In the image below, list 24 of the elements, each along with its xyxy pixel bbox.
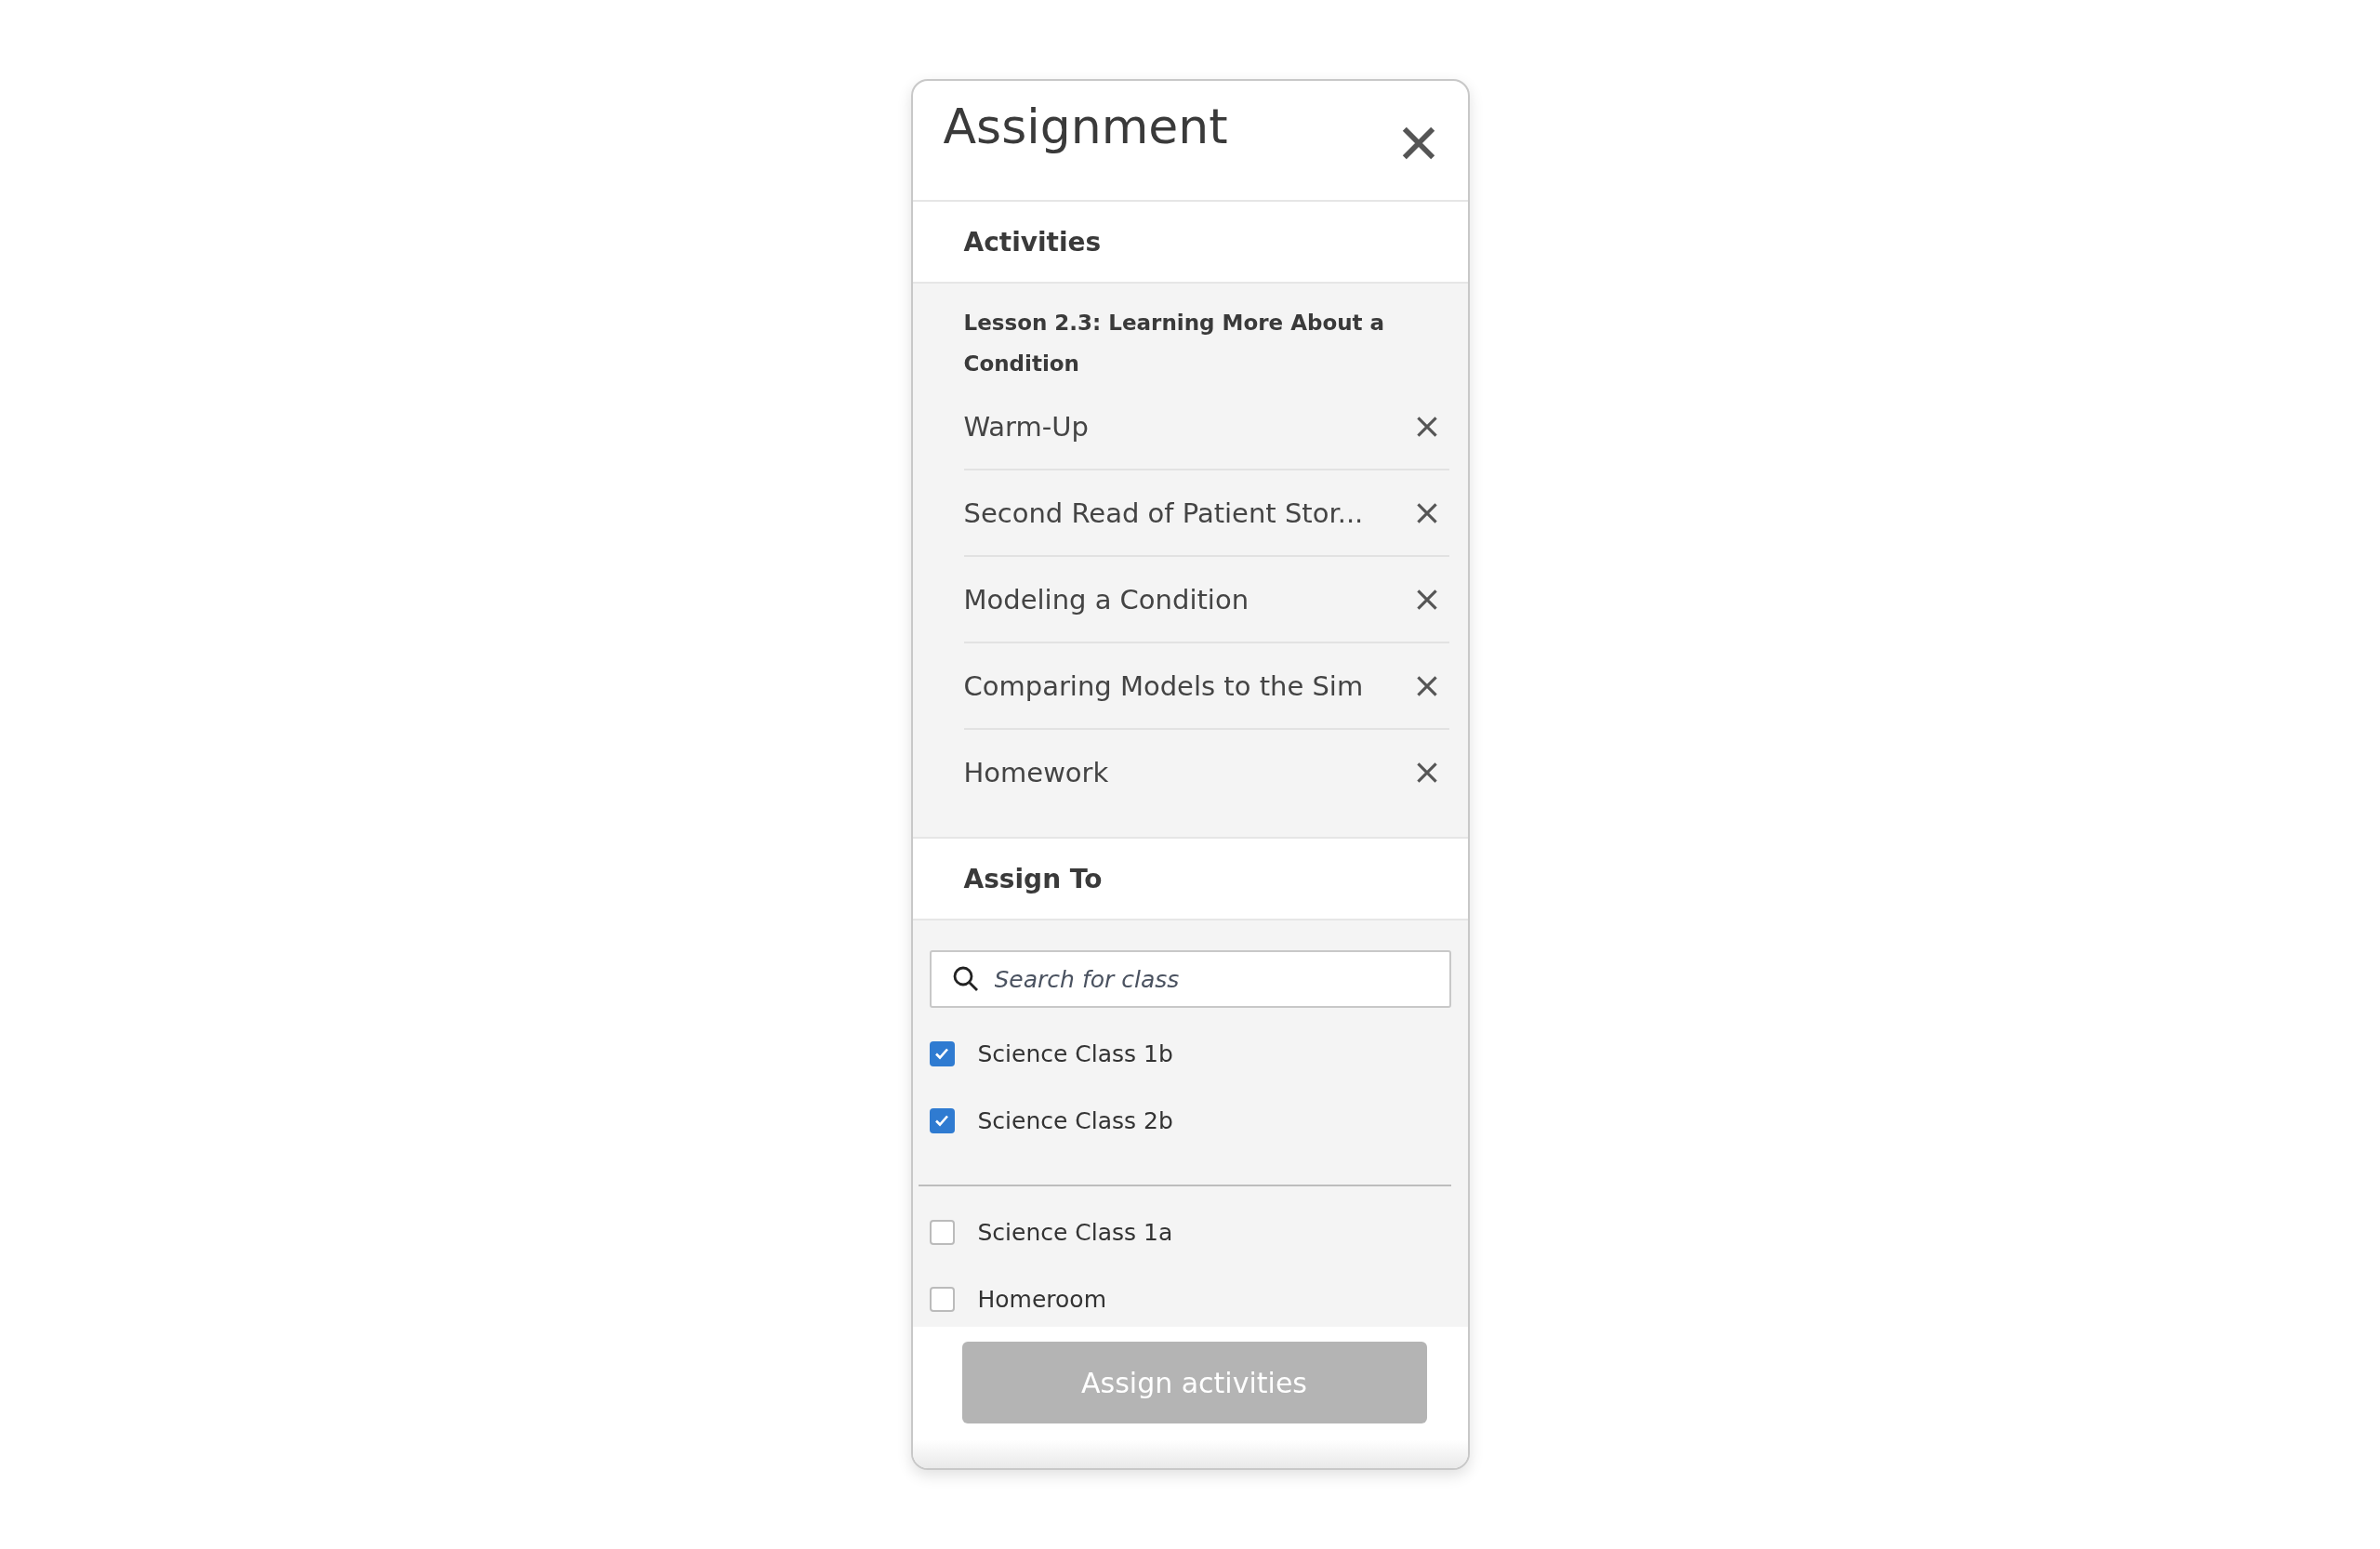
remove-icon[interactable]	[1415, 674, 1438, 697]
search-field[interactable]: Search for class	[929, 950, 1451, 1008]
activity-name: Warm-Up	[963, 410, 1089, 443]
dialog-title: Assignment	[943, 98, 1228, 156]
activity-name: Comparing Models to the Sim	[963, 669, 1364, 702]
section-heading: Assign To	[963, 863, 1103, 894]
activity-name: Homework	[963, 756, 1109, 788]
remove-icon[interactable]	[1415, 415, 1438, 438]
remove-icon[interactable]	[1415, 761, 1438, 784]
activity-name: Second Read of Patient Stor...	[963, 496, 1364, 529]
activity-name: Modeling a Condition	[963, 583, 1249, 616]
checkbox[interactable]	[929, 1040, 955, 1066]
checkbox[interactable]	[929, 1107, 955, 1133]
close-icon[interactable]	[1400, 126, 1436, 161]
class-name: Homeroom	[977, 1285, 1106, 1313]
remove-icon[interactable]	[1415, 588, 1438, 611]
checkbox[interactable]	[929, 1286, 955, 1312]
class-name: Science Class 2b	[977, 1106, 1173, 1134]
class-name: Science Class 1b	[977, 1039, 1173, 1067]
remove-icon[interactable]	[1415, 501, 1438, 524]
class-name: Science Class 1a	[977, 1218, 1173, 1246]
section-heading: Activities	[963, 226, 1102, 258]
checkbox[interactable]	[929, 1219, 955, 1245]
lesson-title: Lesson 2.3: Learning More About a Condition	[963, 310, 1386, 377]
